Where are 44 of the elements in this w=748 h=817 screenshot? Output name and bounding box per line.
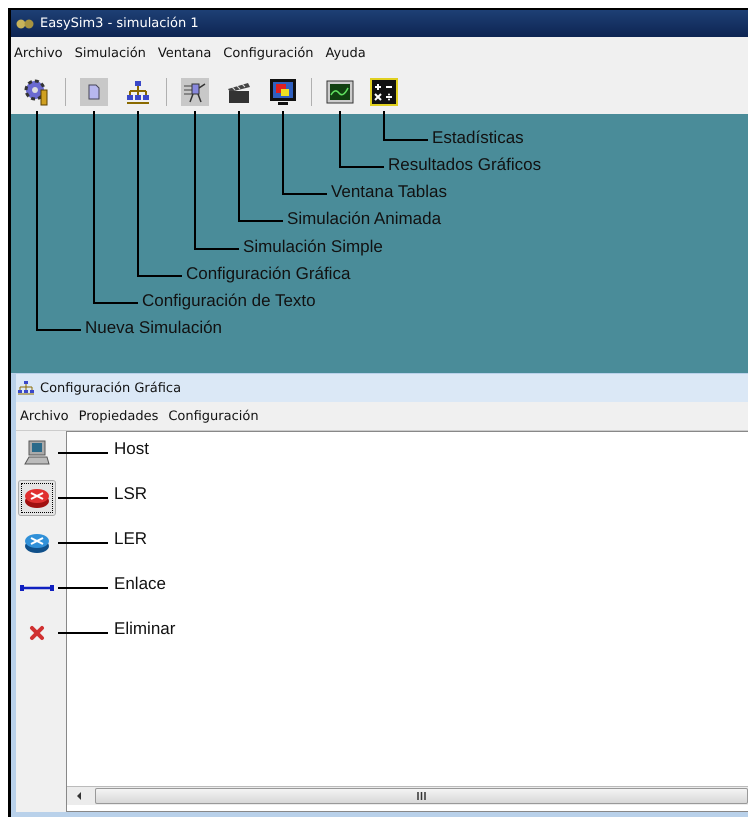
menu-item[interactable]: Configuración (223, 46, 314, 61)
callout-label: LER (114, 529, 148, 549)
callout-label: Host (114, 439, 149, 459)
callout-label: Ventana Tablas (331, 182, 447, 202)
callout-label: Nueva Simulación (85, 318, 222, 338)
menu-item[interactable]: Propiedades (78, 408, 158, 424)
hierarchy-icon (124, 78, 152, 106)
callout-label: Eliminar (114, 619, 176, 639)
lsr-tool-button[interactable] (18, 480, 56, 516)
callout-label: Estadísticas (432, 128, 524, 148)
leader-line (58, 587, 108, 589)
scroll-thumb[interactable] (95, 788, 748, 804)
horizontal-scrollbar[interactable] (67, 786, 748, 805)
scroll-left-icon[interactable] (75, 791, 83, 801)
menu-item[interactable]: Ventana (158, 46, 212, 61)
monitor-icon (269, 78, 297, 106)
app-icon (16, 18, 34, 30)
hierarchy-icon (18, 381, 34, 395)
callout-label: Configuración de Texto (142, 291, 316, 311)
menu-item[interactable]: Ayuda (326, 46, 366, 61)
callout-label: Enlace (114, 574, 166, 594)
window-title: EasySim3 - simulación 1 (40, 16, 199, 31)
computer-icon (24, 440, 50, 466)
callout-label: Simulación Animada (287, 209, 442, 229)
menu-item[interactable]: Archivo (20, 408, 69, 424)
child-window-title: Configuración Gráfica (40, 380, 182, 396)
callout-label: LSR (114, 484, 148, 504)
callout-label: Configuración Gráfica (186, 264, 350, 284)
delete-icon (29, 625, 45, 641)
grip-icon (417, 792, 426, 800)
chart-screen-icon (326, 78, 354, 106)
menu-item[interactable]: Configuración (168, 408, 259, 424)
calculator-icon (370, 78, 398, 106)
menu-item[interactable]: Archivo (14, 46, 63, 61)
leader-line (58, 632, 108, 634)
leader-line (58, 452, 108, 454)
figure-icon (181, 78, 209, 106)
document-icon (80, 78, 108, 106)
leader-line (58, 542, 108, 544)
callout-label: Simulación Simple (243, 237, 383, 257)
callout-label: Resultados Gráficos (388, 155, 542, 175)
link-line-icon (20, 584, 54, 592)
leader-line (58, 497, 108, 499)
menu-item[interactable]: Simulación (74, 46, 146, 61)
